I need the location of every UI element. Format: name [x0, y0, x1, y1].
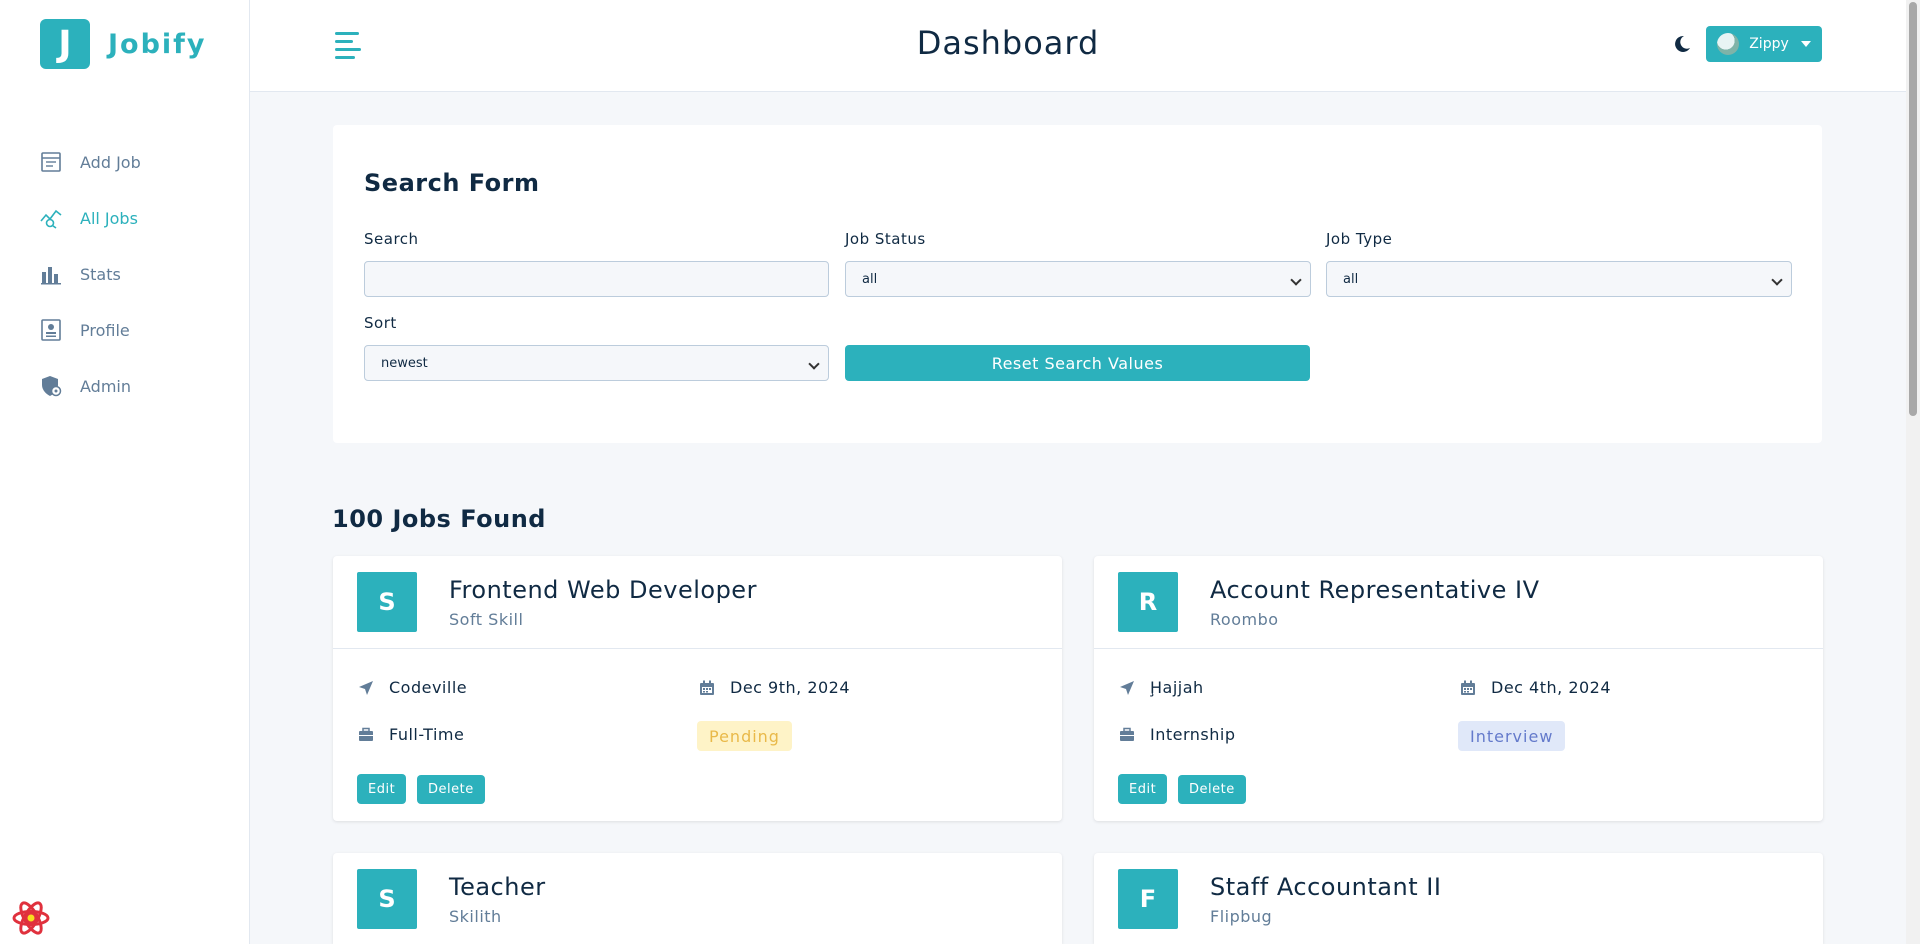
job-card: S Teacher Skilith [333, 853, 1062, 944]
company-initial: S [357, 572, 417, 632]
job-location: Codeville [357, 678, 467, 697]
job-company: Flipbug [1210, 907, 1273, 926]
job-position: Account Representative IV [1210, 576, 1540, 604]
sidebar-nav: Add Job All Jobs Stats Profile Admin [40, 134, 141, 414]
job-status-select[interactable]: all [845, 261, 1311, 297]
job-type: Full-Time [357, 725, 464, 744]
briefcase-icon [357, 726, 375, 744]
briefcase-icon [1118, 726, 1136, 744]
job-type-value: all [1343, 271, 1359, 287]
sort-label: Sort [364, 314, 397, 332]
all-jobs-icon [40, 207, 62, 229]
sidebar-item-label: Add Job [80, 152, 141, 172]
sidebar-item-profile[interactable]: Profile [40, 302, 141, 358]
stats-icon [40, 263, 62, 285]
job-status-value: all [862, 271, 878, 287]
edit-button[interactable]: Edit [357, 774, 407, 804]
job-location-text: Codeville [389, 678, 468, 697]
search-form: Search Form Search Job Status all Job Ty… [333, 125, 1822, 443]
add-job-icon [40, 151, 62, 173]
dark-mode-toggle-icon[interactable] [1670, 32, 1694, 56]
page-scrollbar[interactable] [1906, 0, 1920, 944]
react-devtools-icon[interactable] [11, 898, 51, 938]
sidebar-item-stats[interactable]: Stats [40, 246, 141, 302]
search-form-title: Search Form [364, 169, 540, 197]
status-badge: Pending [697, 721, 792, 751]
user-menu-button[interactable]: Zippy [1706, 26, 1822, 62]
status-badge: Interview [1458, 721, 1566, 751]
job-position: Teacher [449, 873, 546, 901]
location-arrow-icon [1118, 679, 1136, 697]
job-type: Internship [1118, 725, 1236, 744]
admin-icon [40, 375, 62, 397]
job-card-header: S Teacher Skilith [333, 853, 1062, 944]
job-company: Soft Skill [449, 610, 524, 629]
job-status-label: Job Status [845, 230, 926, 248]
job-card: R Account Representative IV Roombo Ḩajja… [1094, 556, 1823, 821]
logo-text: Jobify [108, 28, 207, 60]
logo-mark: J [40, 19, 90, 69]
job-date-text: Dec 4th, 2024 [1491, 678, 1612, 697]
search-label: Search [364, 230, 419, 248]
sidebar-item-all-jobs[interactable]: All Jobs [40, 190, 141, 246]
sidebar-item-label: Profile [80, 320, 130, 340]
sidebar-item-add-job[interactable]: Add Job [40, 134, 141, 190]
logo[interactable]: J Jobify [40, 19, 207, 69]
job-date-text: Dec 9th, 2024 [730, 678, 851, 697]
avatar [1717, 33, 1740, 55]
caret-down-icon [1800, 41, 1811, 47]
job-type-text: Internship [1150, 725, 1236, 744]
sidebar-item-admin[interactable]: Admin [40, 358, 141, 414]
chevron-down-icon [808, 358, 820, 370]
job-position: Staff Accountant II [1210, 873, 1442, 901]
job-location: Ḩajjah [1118, 678, 1204, 697]
delete-button[interactable]: Delete [1178, 775, 1246, 804]
user-name: Zippy [1749, 36, 1789, 52]
top-navbar: Dashboard Zippy [250, 0, 1906, 92]
job-position: Frontend Web Developer [449, 576, 757, 604]
job-company: Roombo [1210, 610, 1279, 629]
scrollbar-thumb[interactable] [1909, 2, 1917, 416]
job-card-header: F Staff Accountant II Flipbug [1094, 853, 1823, 944]
location-arrow-icon [357, 679, 375, 697]
job-type-label: Job Type [1326, 230, 1393, 248]
job-type-select[interactable]: all [1326, 261, 1792, 297]
job-company: Skilith [449, 907, 502, 926]
company-initial: R [1118, 572, 1178, 632]
jobs-found-count: 100 Jobs Found [332, 505, 546, 533]
edit-button[interactable]: Edit [1118, 774, 1168, 804]
chevron-down-icon [1290, 274, 1302, 286]
page-title: Dashboard [916, 24, 1100, 62]
sort-value: newest [381, 355, 428, 371]
job-card-header: S Frontend Web Developer Soft Skill [333, 556, 1062, 649]
delete-button[interactable]: Delete [417, 775, 485, 804]
reset-search-button[interactable]: Reset Search Values [845, 345, 1310, 381]
profile-icon [40, 319, 62, 341]
calendar-icon [1459, 679, 1477, 697]
job-card: F Staff Accountant II Flipbug [1094, 853, 1823, 944]
sidebar-item-label: Admin [80, 376, 131, 396]
company-initial: S [357, 869, 417, 929]
job-location-text: Ḩajjah [1150, 678, 1204, 697]
job-type-text: Full-Time [389, 725, 465, 744]
sidebar-item-label: All Jobs [80, 208, 138, 228]
job-card: S Frontend Web Developer Soft Skill Code… [333, 556, 1062, 821]
sort-select[interactable]: newest [364, 345, 829, 381]
job-card-header: R Account Representative IV Roombo [1094, 556, 1823, 649]
job-date: Dec 4th, 2024 [1459, 678, 1611, 697]
calendar-icon [698, 679, 716, 697]
sidebar-item-label: Stats [80, 264, 121, 284]
company-initial: F [1118, 869, 1178, 929]
chevron-down-icon [1771, 274, 1783, 286]
sidebar: J Jobify Add Job All Jobs Stats Profile [0, 0, 250, 944]
job-date: Dec 9th, 2024 [698, 678, 850, 697]
search-input[interactable] [364, 261, 829, 297]
